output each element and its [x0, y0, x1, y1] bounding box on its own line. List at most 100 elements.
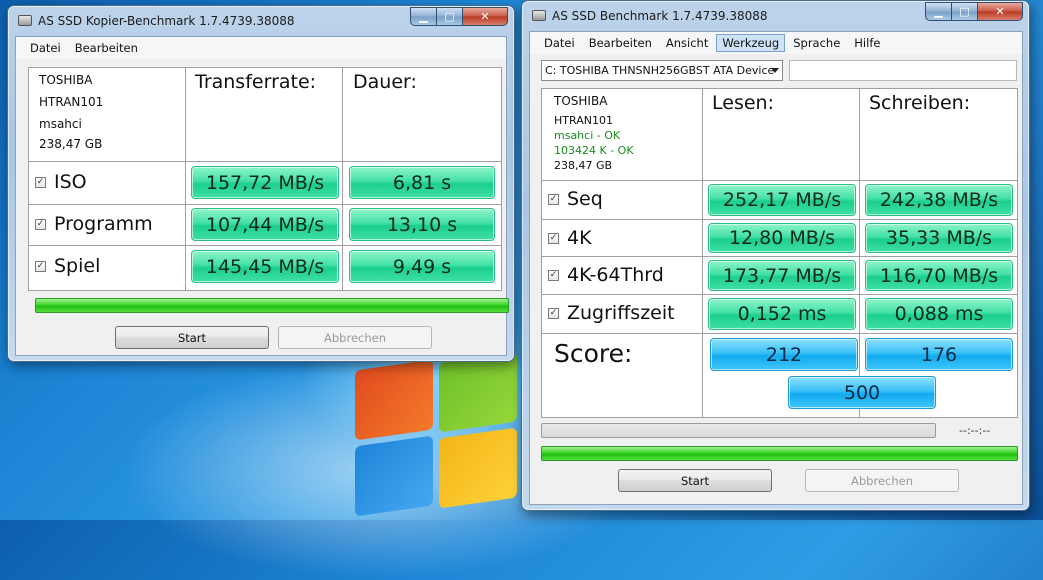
start-button[interactable]: Start — [618, 469, 772, 492]
checkbox-checked-icon[interactable]: ✓ — [35, 176, 46, 188]
read-header: Lesen: — [712, 92, 774, 114]
windows-logo — [355, 351, 525, 517]
window-client: Datei Bearbeiten TOSHIBA HTRAN101 msahci… — [15, 36, 509, 356]
4k-64thrd-read-value: 173,77 MB/s — [708, 260, 856, 291]
drive-driver-status: msahci - OK — [554, 129, 621, 142]
row-seq-label[interactable]: ✓ Seq — [548, 185, 603, 213]
title-bar[interactable]: AS SSD Kopier-Benchmark 1.7.4739.38088 ▁… — [8, 6, 514, 36]
score-write-value: 176 — [865, 338, 1013, 371]
score-read-value: 212 — [710, 338, 858, 371]
row-label-text: Seq — [567, 188, 603, 210]
drive-alignment-status: 103424 K - OK — [554, 144, 634, 157]
maximize-button[interactable]: □ — [952, 2, 978, 21]
score-total-value: 500 — [788, 376, 936, 409]
row-label-text: Programm — [54, 213, 153, 235]
menu-bearbeiten[interactable]: Bearbeiten — [69, 39, 144, 57]
checkbox-checked-icon[interactable]: ✓ — [35, 218, 46, 230]
checkbox-checked-icon[interactable]: ✓ — [548, 193, 559, 205]
drive-firmware: HTRAN101 — [554, 114, 613, 127]
window-client: Datei Bearbeiten Ansicht Werkzeug Sprach… — [529, 31, 1023, 505]
drive-icon — [18, 15, 32, 26]
close-button[interactable]: ✕ — [978, 2, 1023, 21]
duration-header: Dauer: — [353, 71, 417, 93]
minimize-button[interactable]: ▁ — [925, 2, 952, 21]
close-icon: ✕ — [480, 10, 490, 23]
close-icon: ✕ — [995, 5, 1005, 18]
drive-icon — [532, 10, 546, 21]
progress-bar-bottom — [541, 446, 1018, 461]
menu-bearbeiten[interactable]: Bearbeiten — [583, 34, 658, 52]
row-4k-64thrd-label[interactable]: ✓ 4K-64Thrd — [548, 261, 664, 289]
window-title: AS SSD Benchmark 1.7.4739.38088 — [552, 9, 768, 23]
progress-fill — [541, 446, 1018, 461]
drive-extra-field[interactable] — [789, 60, 1017, 81]
maximize-icon: □ — [444, 10, 455, 23]
progress-fill — [35, 298, 509, 313]
4k-write-value: 35,33 MB/s — [865, 223, 1013, 253]
4k-64thrd-write-value: 116,70 MB/s — [865, 260, 1013, 291]
access-time-write-value: 0,088 ms — [865, 298, 1013, 330]
row-spiel-label[interactable]: ✓ Spiel — [35, 252, 100, 280]
menu-hilfe[interactable]: Hilfe — [848, 34, 886, 52]
row-label-text: ISO — [54, 171, 87, 193]
write-header: Schreiben: — [869, 92, 971, 114]
iso-transfer-value: 157,72 MB/s — [191, 166, 339, 199]
benchmark-window: AS SSD Benchmark 1.7.4739.38088 ▁ □ ✕ Da… — [521, 0, 1030, 511]
4k-read-value: 12,80 MB/s — [708, 223, 856, 253]
drive-vendor: TOSHIBA — [554, 94, 608, 108]
maximize-icon: □ — [959, 5, 970, 18]
row-iso-label[interactable]: ✓ ISO — [35, 168, 87, 196]
checkbox-checked-icon[interactable]: ✓ — [548, 307, 559, 319]
menu-werkzeug[interactable]: Werkzeug — [716, 34, 786, 52]
row-programm-label[interactable]: ✓ Programm — [35, 210, 153, 238]
start-button[interactable]: Start — [115, 326, 269, 349]
drive-size: 238,47 GB — [39, 137, 103, 151]
menu-bar: Datei Bearbeiten Ansicht Werkzeug Sprach… — [530, 32, 1022, 54]
copy-benchmark-window: AS SSD Kopier-Benchmark 1.7.4739.38088 ▁… — [7, 5, 515, 362]
checkbox-checked-icon[interactable]: ✓ — [35, 260, 46, 272]
results-panel: TOSHIBA HTRAN101 msahci 238,47 GB Transf… — [28, 67, 502, 291]
maximize-button[interactable]: □ — [437, 7, 463, 26]
programm-duration-value: 13,10 s — [349, 208, 495, 241]
menu-datei[interactable]: Datei — [24, 39, 67, 57]
minimize-icon: ▁ — [419, 10, 428, 23]
spiel-transfer-value: 145,45 MB/s — [191, 250, 339, 283]
drive-size: 238,47 GB — [554, 159, 613, 172]
close-button[interactable]: ✕ — [463, 7, 508, 26]
cancel-button[interactable]: Abbrechen — [278, 326, 432, 349]
row-label-text: Spiel — [54, 255, 101, 277]
seq-write-value: 242,38 MB/s — [865, 184, 1013, 216]
spiel-duration-value: 9,49 s — [349, 250, 495, 283]
menu-ansicht[interactable]: Ansicht — [660, 34, 714, 52]
drive-vendor: TOSHIBA — [39, 73, 93, 87]
row-label-text: 4K — [567, 227, 592, 249]
row-4k-label[interactable]: ✓ 4K — [548, 224, 592, 252]
chevron-down-icon — [771, 68, 779, 73]
progress-bar-top — [541, 423, 936, 438]
checkbox-checked-icon[interactable]: ✓ — [548, 232, 559, 244]
iso-duration-value: 6,81 s — [349, 166, 495, 199]
drive-select-value: C: TOSHIBA THNSNH256GBST ATA Device — [545, 64, 775, 77]
transfer-header: Transferrate: — [195, 71, 317, 93]
score-label: Score: — [554, 339, 633, 368]
row-label-text: Zugriffszeit — [567, 302, 675, 324]
checkbox-checked-icon[interactable]: ✓ — [548, 269, 559, 281]
row-label-text: 4K-64Thrd — [567, 264, 664, 286]
drive-firmware: HTRAN101 — [39, 95, 104, 109]
results-panel: TOSHIBA HTRAN101 msahci - OK 103424 K - … — [541, 88, 1018, 418]
menu-bar: Datei Bearbeiten — [16, 37, 506, 59]
progress-bar — [35, 298, 509, 313]
drive-select[interactable]: C: TOSHIBA THNSNH256GBST ATA Device — [541, 60, 783, 81]
window-title: AS SSD Kopier-Benchmark 1.7.4739.38088 — [38, 14, 295, 28]
row-zugriffszeit-label[interactable]: ✓ Zugriffszeit — [548, 299, 675, 327]
seq-read-value: 252,17 MB/s — [708, 184, 856, 216]
menu-sprache[interactable]: Sprache — [787, 34, 846, 52]
title-bar[interactable]: AS SSD Benchmark 1.7.4739.38088 ▁ □ ✕ — [522, 1, 1029, 31]
minimize-icon: ▁ — [934, 5, 943, 18]
drive-driver: msahci — [39, 117, 82, 131]
elapsed-time: --:--:-- — [959, 424, 991, 437]
menu-datei[interactable]: Datei — [538, 34, 581, 52]
minimize-button[interactable]: ▁ — [410, 7, 437, 26]
cancel-button[interactable]: Abbrechen — [805, 469, 959, 492]
access-time-read-value: 0,152 ms — [708, 298, 856, 330]
